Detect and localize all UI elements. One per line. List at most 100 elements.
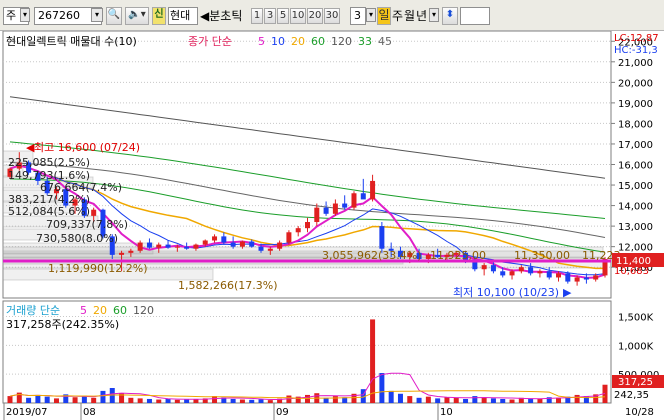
volume-bar [7, 396, 13, 403]
ma-legend-45: 45 [378, 35, 392, 48]
volume-percent-tag: 242,35 [614, 390, 649, 401]
year-button[interactable]: 년 [416, 8, 427, 24]
date-label: 09 [276, 407, 289, 418]
year-label: 년 [416, 9, 428, 23]
volume-bar [425, 396, 431, 403]
candle-body [351, 193, 357, 208]
volume-tick-label: 1,000K [618, 341, 654, 352]
date-label: 08 [83, 407, 96, 418]
volume-bar [249, 399, 255, 403]
period-type-label[interactable]: ◀분초틱 [200, 8, 242, 24]
price-tick-label: 18,000 [618, 119, 653, 130]
market-select-value: 주 [6, 9, 17, 22]
candle-body [267, 248, 273, 251]
price-tick-label: 16,000 [618, 161, 653, 172]
candle-body [174, 246, 180, 248]
price-tick-label: 21,000 [618, 58, 653, 69]
volume-bar [258, 399, 264, 403]
candle-body [295, 228, 301, 233]
volume-profile-label: 512,084(5.6%) [8, 205, 90, 218]
minute-button-1[interactable]: 1 [251, 8, 263, 24]
year-dropdown-arrow-icon[interactable]: ▾ [429, 8, 439, 22]
up-down-arrow-icon[interactable]: ⬍ [442, 7, 458, 25]
stock-code-value: 267260 [38, 9, 80, 22]
candle-body [593, 275, 599, 280]
month-button[interactable]: 월 [404, 8, 415, 24]
extra-input[interactable] [460, 7, 490, 25]
date-label: 2019/07 [6, 407, 48, 418]
ma-legend-prefix: 종가 단순 [188, 35, 232, 48]
candle-body [546, 271, 552, 278]
volume-bar [574, 394, 580, 403]
candle-body [184, 246, 190, 249]
low-marker-label: 최저 10,100 (10/23) [453, 286, 559, 299]
minute-button-10[interactable]: 10 [290, 8, 306, 24]
week-label: 주 [392, 9, 404, 23]
volume-bar [509, 399, 515, 403]
candle-body [509, 271, 515, 276]
ma-legend-20: 20 [291, 35, 305, 48]
candle-body [556, 273, 562, 278]
ma-legend-120: 120 [331, 35, 352, 48]
price-tick-label: 20,000 [618, 78, 653, 89]
stock-name-value: 현대 [170, 9, 191, 22]
ma-legend-33: 33 [358, 35, 372, 48]
code-dropdown-arrow-icon[interactable]: ▾ [91, 8, 103, 22]
week-button[interactable]: 주 [392, 8, 403, 24]
volume-bar [453, 397, 459, 403]
volume-bar [137, 398, 143, 403]
candle-body [379, 226, 385, 249]
speaker-icon[interactable]: 🔈▾ [125, 7, 149, 25]
candle-body [221, 236, 227, 243]
candle-body [537, 271, 543, 274]
lc-label: LC:12,87 [614, 33, 659, 44]
minute-button-20[interactable]: 20 [307, 8, 323, 24]
volume-bar [146, 398, 152, 403]
volume-profile-label: 1,119,990(12.2%) [48, 262, 148, 275]
volume-bar [230, 398, 236, 403]
period-type-value: 분초틱 [209, 9, 243, 23]
volume-bar [370, 319, 376, 403]
price-tick-label: 13,000 [618, 222, 653, 233]
volume-bar [239, 399, 245, 403]
volume-tick-label: 1,500K [618, 313, 654, 324]
volume-legend-5: 5 [80, 304, 87, 317]
custom-minute-input[interactable]: 3 [350, 7, 366, 25]
volume-bar [435, 398, 441, 403]
volume-profile-label: 3,055,962(33.4%) [322, 249, 422, 262]
market-dropdown-arrow-icon[interactable]: ▾ [20, 8, 30, 22]
price-tick-label: 12,000 [618, 243, 653, 254]
candle-body [370, 180, 376, 200]
candle-body [305, 222, 310, 229]
toolbar: 주 ▾ 267260 ▾ 🔍 🔈▾ 신 현대 ◀분초틱 1 3 5 10 20 30 3 … [0, 0, 664, 31]
chart-area[interactable]: 현대일렉트릭 매물대 수(10) 종가 단순 5 10 20 60 120 33 45 22… [0, 30, 664, 420]
date-label: 10/28 [625, 407, 654, 418]
day-button[interactable]: 일 [377, 7, 391, 25]
volume-bar [35, 394, 41, 403]
candle-body [286, 232, 292, 243]
minute-button-30[interactable]: 30 [324, 8, 340, 24]
tag-10683: 10,683 [614, 266, 649, 277]
volume-bar [184, 399, 190, 403]
minute-button-3[interactable]: 3 [264, 8, 276, 24]
candle-body [528, 267, 534, 274]
minute-button-5[interactable]: 5 [277, 8, 289, 24]
volume-bar [332, 396, 338, 403]
volume-bar [444, 397, 450, 403]
volume-bar [556, 397, 562, 403]
candle-body [165, 244, 171, 248]
custom-minute-arrow-icon[interactable]: ▾ [366, 8, 376, 22]
candle-body [332, 203, 338, 214]
volume-profile-label: 709,337(7.8%) [46, 218, 128, 231]
candle-body [277, 242, 283, 249]
candle-body [137, 242, 143, 251]
candle-body [490, 265, 496, 272]
volume-bar [490, 398, 496, 403]
current-volume-tag-label: 317,25 [618, 377, 653, 388]
stock-chart[interactable]: 현대일렉트릭 매물대 수(10) 종가 단순 5 10 20 60 120 33 45 22… [0, 30, 664, 420]
search-icon[interactable]: 🔍 [106, 7, 122, 25]
volume-bar [397, 393, 403, 403]
volume-bar [72, 397, 78, 403]
candle-body [583, 277, 589, 280]
candle-body [119, 252, 125, 255]
